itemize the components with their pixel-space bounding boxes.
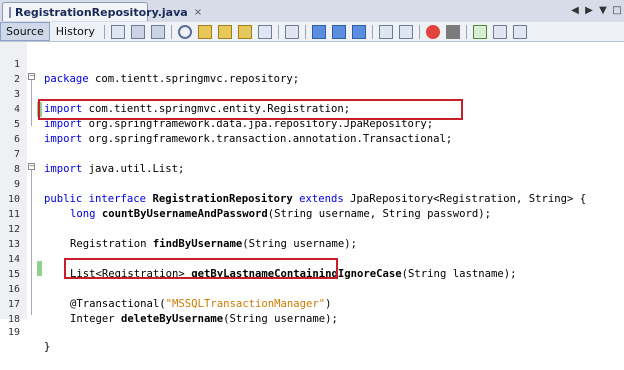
line-number: 19 (7, 327, 20, 338)
toolbar-separator (465, 24, 467, 39)
editor-toolbar: Source History (0, 22, 624, 42)
previous-bookmark-icon[interactable] (311, 24, 326, 39)
forward-icon[interactable] (150, 24, 165, 39)
highlight-box-annotation (64, 258, 338, 279)
comment-icon[interactable] (512, 24, 527, 39)
find-previous-icon[interactable] (197, 24, 212, 39)
find-next-icon[interactable] (217, 24, 232, 39)
code-line: 13 (0, 222, 624, 250)
code-line: 2 (0, 57, 624, 85)
find-icon[interactable] (177, 24, 192, 39)
code-text: } (44, 341, 51, 353)
next-bookmark-icon[interactable] (331, 24, 346, 39)
editor-tab-bar: RegistrationRepository.java × ◀ ▶ ▼ □ (0, 0, 624, 23)
shift-left-icon[interactable] (378, 24, 393, 39)
code-line: 8 (0, 147, 624, 175)
code-line: 3 import com.tientt.springmvc.entity.Reg… (0, 72, 624, 115)
source-button[interactable]: Source (0, 22, 50, 41)
toolbar-separator (170, 24, 172, 39)
last-edit-icon[interactable] (110, 24, 125, 39)
stop-macro-recording-icon[interactable] (445, 24, 460, 39)
chevron-down-icon[interactable]: ▼ (596, 4, 610, 18)
code-line: 1 package com.tientt.springmvc.repositor… (0, 42, 624, 85)
history-button[interactable]: History (50, 22, 101, 41)
toolbar-separator (418, 24, 420, 39)
code-line: 7 import java.util.List; (0, 132, 624, 175)
back-icon[interactable] (130, 24, 145, 39)
highlight-box-import (38, 99, 463, 120)
toolbar-separator (277, 24, 279, 39)
uncomment-icon[interactable] (492, 24, 507, 39)
toolbar-separator (371, 24, 373, 39)
toggle-rectangular-selection-icon[interactable] (284, 24, 299, 39)
toolbar-separator (304, 24, 306, 39)
tab-registration-repository[interactable]: RegistrationRepository.java × (2, 2, 202, 21)
code-line: 17 Integer deleteByUsername(String usern… (0, 282, 624, 325)
code-line: 11 (0, 192, 624, 220)
code-line: 12 Registration findByUsername(String us… (0, 207, 624, 250)
code-line: 9 public interface RegistrationRepositor… (0, 162, 624, 205)
toggle-highlight-icon[interactable] (257, 24, 272, 39)
find-selection-icon[interactable] (237, 24, 252, 39)
code-line: 19 } (0, 310, 624, 353)
maximize-icon[interactable]: □ (610, 4, 624, 18)
code-editor[interactable]: − − 1 package com.tientt.springmvc.repos… (0, 42, 624, 353)
java-file-icon (9, 6, 11, 18)
start-macro-recording-icon[interactable] (425, 24, 440, 39)
toolbar-separator (103, 24, 105, 39)
shift-right-icon[interactable] (398, 24, 413, 39)
chevron-right-icon[interactable]: ▶ (582, 4, 596, 18)
code-line: 14 List<Registration> getByLastnameConta… (0, 237, 624, 280)
chevron-left-icon[interactable]: ◀ (568, 4, 582, 18)
toggle-bookmark-icon[interactable] (351, 24, 366, 39)
check-icon[interactable] (472, 24, 487, 39)
code-line: 10 long countByUsernameAndPassword(Strin… (0, 177, 624, 220)
tab-label: RegistrationRepository.java (15, 5, 188, 19)
close-icon[interactable]: × (194, 7, 202, 18)
